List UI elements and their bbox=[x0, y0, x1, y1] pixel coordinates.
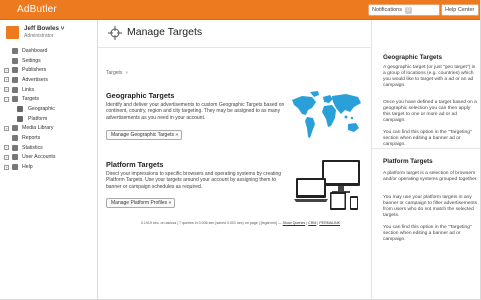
help-center-label: Help Center bbox=[445, 7, 475, 13]
statistics-icon bbox=[12, 144, 18, 151]
user-name-menu[interactable]: Jeff Bowles ˅ bbox=[24, 25, 64, 32]
advertisers-icon bbox=[12, 76, 18, 83]
app-logo[interactable]: AdButler bbox=[17, 4, 57, 15]
help-geographic-text-2: Once you have defined a target based on … bbox=[383, 100, 477, 123]
help-divider bbox=[372, 148, 480, 149]
help-platform-text-1: A platform target is a selection of brow… bbox=[383, 171, 478, 182]
expand-toggle[interactable]: + bbox=[4, 154, 9, 160]
crosshair-target-icon bbox=[108, 26, 122, 40]
help-platform-text-3: You can find this option in the "Targeti… bbox=[383, 225, 472, 242]
sidebar-item-statistics[interactable]: + Statistics bbox=[0, 143, 98, 153]
notifications-button[interactable]: Notifications 0 bbox=[368, 4, 440, 16]
sidebar-item-label: Targets bbox=[22, 96, 40, 103]
sidebar-item-platform[interactable]: Platform bbox=[0, 114, 98, 124]
help-geographic-text-3: You can find this option in the "Targeti… bbox=[383, 130, 472, 147]
main-content: Manage Targets Targets» Geographic Targe… bbox=[98, 20, 371, 299]
geographic-targets-description: Identify and deliver your advertisements… bbox=[106, 102, 285, 121]
sidebar-item-media-library[interactable]: + Media Library bbox=[0, 124, 98, 134]
page-title: Manage Targets bbox=[127, 26, 203, 38]
help-platform-heading: Platform Targets bbox=[383, 158, 433, 165]
page-footer: 0.1919 sec. on as/usa | 7 queries in 0.0… bbox=[118, 221, 363, 225]
expand-toggle[interactable]: + bbox=[4, 67, 9, 73]
sidebar-item-targets[interactable]: − Targets bbox=[0, 94, 98, 104]
sidebar-item-publishers[interactable]: + Publishers bbox=[0, 65, 98, 75]
help-geographic-heading: Geographic Targets bbox=[383, 54, 443, 61]
sidebar-item-dashboard[interactable]: Dashboard bbox=[0, 46, 98, 56]
world-map-illustration bbox=[292, 91, 361, 138]
breadcrumb-item-targets[interactable]: Targets bbox=[106, 70, 122, 76]
platform-targets-heading: Platform Targets bbox=[106, 160, 164, 169]
sidebar-item-links[interactable]: + Links bbox=[0, 85, 98, 95]
sidebar-item-user-accounts[interactable]: + User Accounts bbox=[0, 153, 98, 163]
expand-toggle[interactable]: + bbox=[4, 164, 9, 170]
expand-toggle[interactable]: + bbox=[4, 77, 9, 83]
sidebar-item-geographic[interactable]: Geographic bbox=[0, 104, 98, 114]
sidebar-item-label: Links bbox=[22, 86, 35, 93]
collapse-toggle[interactable]: − bbox=[4, 96, 9, 102]
sidebar-item-help[interactable]: + Help bbox=[0, 162, 98, 172]
sidebar-item-settings[interactable]: Settings bbox=[0, 56, 98, 66]
permalink-link[interactable]: PERMALINK bbox=[319, 221, 340, 225]
top-bar: AdButler Notifications 0 Help Center bbox=[0, 0, 480, 20]
breadcrumb-separator: » bbox=[125, 70, 129, 76]
targets-icon bbox=[12, 96, 18, 103]
sidebar-item-label: Advertisers bbox=[22, 76, 48, 83]
sidebar-item-label: Dashboard bbox=[22, 47, 48, 54]
avatar[interactable] bbox=[6, 26, 19, 39]
sidebar-item-label: Reports bbox=[22, 135, 41, 142]
help-geographic-text-1: A geographic target (or just "geo target… bbox=[383, 65, 476, 88]
sidebar: Jeff Bowles ˅ Administrator Dashboard Se… bbox=[0, 20, 98, 299]
manage-platform-profiles-button[interactable]: Manage Platform Profiles » bbox=[106, 198, 175, 208]
dashboard-icon bbox=[12, 47, 18, 54]
page-header: Manage Targets bbox=[98, 20, 371, 48]
user-accounts-icon bbox=[12, 154, 18, 161]
sidebar-item-label: Geographic bbox=[28, 105, 55, 112]
help-icon bbox=[12, 164, 18, 171]
sidebar-item-label: Media Library bbox=[22, 125, 54, 132]
platform-targets-description: Direct your impressions to specific brow… bbox=[106, 171, 282, 190]
devices-illustration bbox=[294, 160, 360, 210]
sidebar-item-label: User Accounts bbox=[22, 154, 56, 161]
settings-icon bbox=[12, 57, 18, 64]
manage-geographic-targets-button[interactable]: Manage Geographic Targets » bbox=[106, 130, 182, 140]
breadcrumb: Targets» bbox=[106, 70, 128, 76]
app-window: AdButler Notifications 0 Help Center Jef… bbox=[0, 0, 481, 300]
help-platform-text-2: You may use your platform targets in any… bbox=[383, 195, 478, 218]
help-panel: Geographic Targets A geographic target (… bbox=[371, 20, 480, 299]
show-queries-link[interactable]: Show Queries bbox=[283, 221, 306, 225]
links-icon bbox=[12, 86, 18, 93]
sidebar-item-advertisers[interactable]: + Advertisers bbox=[0, 75, 98, 85]
geographic-targets-heading: Geographic Targets bbox=[106, 91, 175, 100]
user-role: Administrator bbox=[24, 33, 54, 39]
help-center-button[interactable]: Help Center bbox=[441, 4, 479, 16]
notifications-label: Notifications bbox=[372, 7, 402, 13]
media-library-icon bbox=[12, 125, 18, 132]
platform-icon bbox=[17, 115, 23, 122]
geographic-icon bbox=[17, 105, 23, 112]
expand-toggle[interactable]: + bbox=[4, 87, 9, 93]
sidebar-item-label: Platform bbox=[28, 115, 48, 122]
sidebar-item-label: Statistics bbox=[22, 144, 43, 151]
notifications-count-badge: 0 bbox=[404, 6, 412, 14]
footer-stats: 0.1919 sec. on as/usa | 7 queries in 0.0… bbox=[140, 221, 283, 225]
sidebar-nav: Dashboard Settings + Publishers + Advert… bbox=[0, 46, 98, 172]
sidebar-item-reports[interactable]: Reports bbox=[0, 133, 98, 143]
publishers-icon bbox=[12, 67, 18, 74]
expand-toggle[interactable]: + bbox=[4, 125, 9, 131]
expand-toggle[interactable]: + bbox=[4, 145, 9, 151]
sidebar-item-label: Settings bbox=[22, 57, 41, 64]
sidebar-item-label: Publishers bbox=[22, 67, 47, 74]
reports-icon bbox=[12, 135, 18, 142]
sidebar-item-label: Help bbox=[22, 164, 33, 171]
